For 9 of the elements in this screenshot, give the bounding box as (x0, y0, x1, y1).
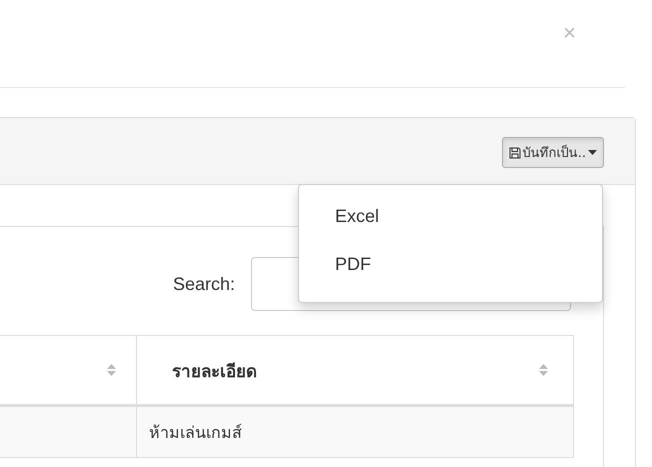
column-label: รายละเอียด (172, 360, 257, 384)
search-label: Search: (172, 274, 235, 294)
save-as-button[interactable]: บันทึกเป็น.. (502, 137, 604, 168)
sort-icon[interactable] (539, 364, 548, 376)
menu-item[interactable]: Excel (299, 202, 602, 250)
sort-icon[interactable] (107, 364, 116, 376)
table-cell: ห้ามเล่นเกมส์ (136, 406, 574, 458)
menu-item[interactable]: PDF (299, 250, 602, 298)
caret-icon (588, 150, 597, 155)
